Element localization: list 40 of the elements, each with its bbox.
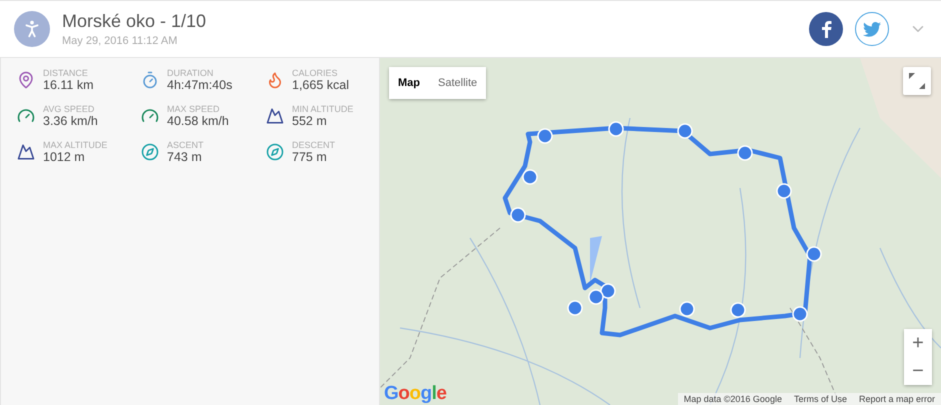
stat-value: 552 m <box>292 114 328 128</box>
zoom-out-button[interactable]: − <box>904 357 932 385</box>
stat-label: AVG SPEED <box>43 104 96 114</box>
activity-date: May 29, 2016 11:12 AM <box>62 35 178 47</box>
map-link[interactable]: Report a map error <box>852 393 941 405</box>
stat-label: DISTANCE <box>43 68 89 78</box>
stat-label: DESCENT <box>292 140 336 150</box>
calories-icon <box>266 71 284 89</box>
altitude-icon <box>17 143 35 161</box>
stat-value: 3.36 km/h <box>43 114 98 128</box>
map-type-tab[interactable]: Satellite <box>429 67 486 99</box>
stat-label: ASCENT <box>167 140 204 150</box>
distance-icon <box>17 71 35 89</box>
stat-value: 1012 m <box>43 150 86 164</box>
altitude-icon <box>266 107 284 125</box>
zoom-in-button[interactable]: + <box>904 329 932 357</box>
facebook-icon <box>819 20 833 38</box>
stat-label: MAX ALTITUDE <box>43 140 108 150</box>
facebook-share-button[interactable] <box>809 12 843 46</box>
stat-label: MIN ALTITUDE <box>292 104 354 114</box>
map-attribution: Map data ©2016 Google <box>682 393 783 405</box>
stat-label: CALORIES <box>292 68 339 78</box>
speed-icon <box>17 107 35 125</box>
stat-value: 1,665 kcal <box>292 78 349 92</box>
stat-label: MAX SPEED <box>167 104 221 114</box>
map-link[interactable]: Terms of Use <box>788 393 853 405</box>
stat-value: 4h:47m:40s <box>167 78 232 92</box>
duration-icon <box>141 71 159 89</box>
stat-value: 40.58 km/h <box>167 114 229 128</box>
map-logo: Google <box>384 383 446 405</box>
stat-label: DURATION <box>167 68 214 78</box>
fullscreen-button[interactable] <box>903 67 931 95</box>
map-type-tab[interactable]: Map <box>389 67 429 99</box>
speed-icon <box>141 107 159 125</box>
twitter-share-button[interactable] <box>855 12 889 46</box>
stat-value: 775 m <box>292 150 328 164</box>
bird-icon <box>863 22 881 36</box>
activity-title: Morské oko - 1/10 <box>62 11 208 32</box>
stat-value: 743 m <box>167 150 203 164</box>
stat-value: 16.11 km <box>43 78 94 92</box>
